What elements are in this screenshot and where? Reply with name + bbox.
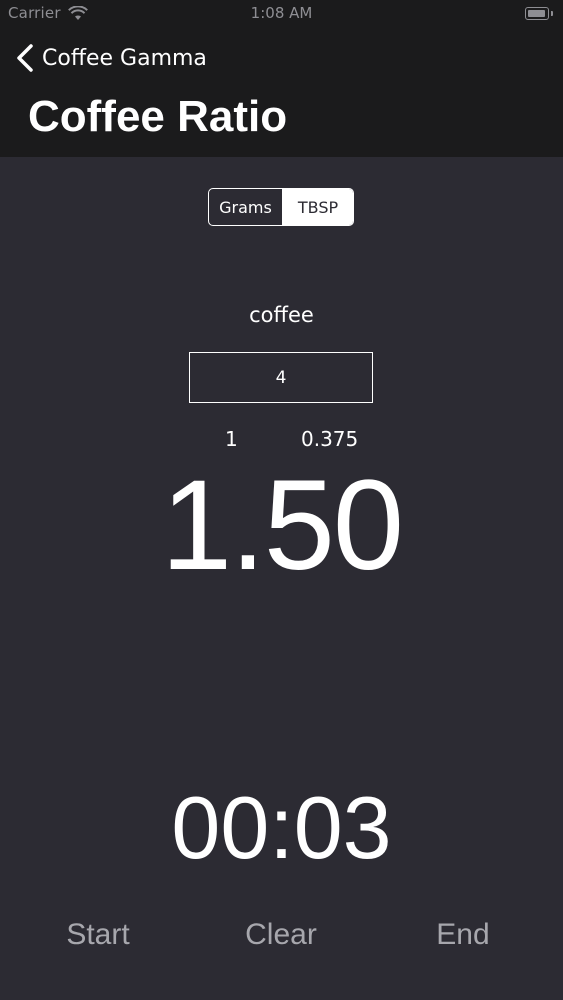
battery-icon — [525, 7, 553, 20]
clear-button[interactable]: Clear — [211, 918, 351, 952]
timer-display: 00:03 — [171, 778, 392, 877]
navigation-bar: Carrier 1:08 AM Coffee Gamma Coffee Rati… — [0, 0, 563, 157]
start-button[interactable]: Start — [28, 918, 168, 952]
coffee-label: coffee — [249, 303, 314, 327]
result-value: 1.50 — [160, 454, 404, 597]
back-button[interactable]: Coffee Gamma — [14, 40, 207, 76]
back-button-label: Coffee Gamma — [42, 45, 207, 71]
segment-tbsp[interactable]: TBSP — [283, 189, 353, 225]
page-title: Coffee Ratio — [28, 92, 288, 141]
segment-grams[interactable]: Grams — [209, 189, 283, 225]
ratio-right-value: 0.375 — [301, 427, 359, 451]
chevron-left-icon — [17, 44, 33, 72]
ratio-left-value: 1 — [225, 427, 238, 451]
coffee-amount-input[interactable] — [189, 352, 373, 403]
status-time: 1:08 AM — [250, 4, 313, 22]
unit-segmented-control[interactable]: Grams TBSP — [208, 188, 354, 226]
status-bar: Carrier 1:08 AM — [0, 0, 563, 30]
end-button[interactable]: End — [393, 918, 533, 952]
timer-controls: Start Clear End — [0, 918, 563, 962]
